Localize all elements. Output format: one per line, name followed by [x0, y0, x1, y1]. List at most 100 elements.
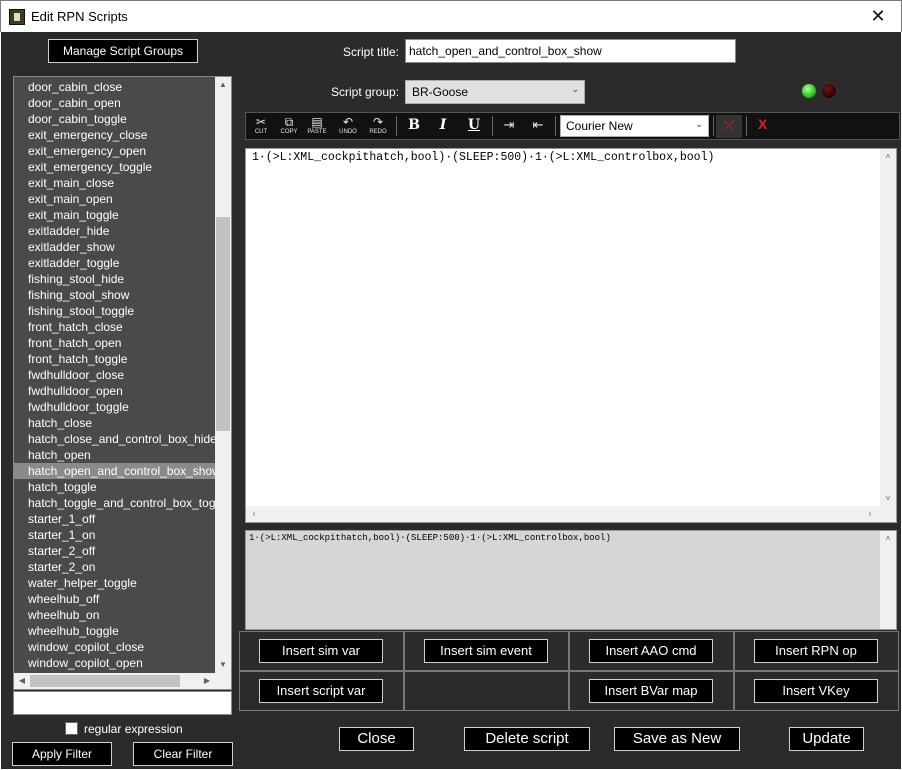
- undo-button[interactable]: ↶ UNDO: [335, 115, 361, 138]
- script-editor[interactable]: 1·(>L:XML_cockpithatch,bool)·(SLEEP:500)…: [245, 148, 897, 523]
- insert-cell: Insert script var: [239, 671, 404, 711]
- script-list-item[interactable]: exit_emergency_close: [14, 127, 217, 143]
- clear-format-icon: ⤫: [723, 117, 735, 133]
- update-button[interactable]: Update: [789, 727, 864, 751]
- script-list-item[interactable]: window_copilot_close: [14, 639, 217, 655]
- indent-icon: ⇥: [503, 117, 515, 132]
- delete-icon[interactable]: X: [758, 116, 767, 132]
- scroll-right-icon[interactable]: ▶: [199, 673, 215, 689]
- script-group-select[interactable]: BR-Goose ⌄: [405, 80, 585, 104]
- script-list[interactable]: door_cabin_close door_cabin_open door_cabi…: [13, 76, 232, 690]
- insert-sim-event-button[interactable]: Insert sim event: [424, 639, 548, 663]
- scroll-up-icon[interactable]: ▲: [215, 77, 231, 93]
- script-list-item[interactable]: hatch_open: [14, 447, 217, 463]
- script-list-item[interactable]: hatch_toggle: [14, 479, 217, 495]
- script-list-item[interactable]: fishing_stool_hide: [14, 271, 217, 287]
- editor-horizontal-scrollbar[interactable]: ‹ ›: [246, 506, 896, 522]
- script-list-horizontal-scrollbar[interactable]: ◀ ▶: [14, 673, 231, 689]
- script-list-item[interactable]: exitladder_show: [14, 239, 217, 255]
- cut-button[interactable]: ✂ CUT: [248, 115, 274, 138]
- scroll-down-icon[interactable]: ˅: [880, 491, 896, 507]
- script-list-item[interactable]: water_helper_toggle: [14, 575, 217, 591]
- scroll-left-icon[interactable]: ◀: [14, 673, 30, 689]
- clear-format-button[interactable]: ⤫: [716, 115, 742, 138]
- indent-button[interactable]: ⇥: [496, 115, 522, 138]
- copy-button[interactable]: ⧉ COPY: [276, 115, 302, 138]
- underline-button[interactable]: U: [465, 117, 483, 133]
- script-list-item[interactable]: front_hatch_close: [14, 319, 217, 335]
- script-list-item[interactable]: fwdhulldoor_open: [14, 383, 217, 399]
- script-list-vertical-scrollbar[interactable]: ▲ ▼: [215, 77, 231, 673]
- editor-vertical-scrollbar[interactable]: ˄ ˅: [880, 149, 896, 507]
- script-list-item[interactable]: front_hatch_open: [14, 335, 217, 351]
- script-list-item[interactable]: hatch_open_and_control_box_show: [14, 463, 217, 479]
- script-list-item[interactable]: hatch_close_and_control_box_hide: [14, 431, 217, 447]
- insert-bvar-map-button[interactable]: Insert BVar map: [589, 679, 713, 703]
- toolbar-divider: [746, 116, 747, 136]
- save-as-new-button[interactable]: Save as New: [614, 727, 740, 751]
- script-list-item[interactable]: door_cabin_open: [14, 95, 217, 111]
- insert-rpn-op-button[interactable]: Insert RPN op: [754, 639, 878, 663]
- script-list-item[interactable]: wheelhub_off: [14, 591, 217, 607]
- script-title-input[interactable]: hatch_open_and_control_box_show: [405, 39, 736, 63]
- scroll-up-icon[interactable]: ˄: [880, 149, 896, 165]
- insert-vkey-button[interactable]: Insert VKey: [754, 679, 878, 703]
- regex-checkbox[interactable]: [65, 722, 78, 735]
- insert-cell: Insert AAO cmd: [569, 631, 734, 671]
- insert-sim-var-button[interactable]: Insert sim var: [259, 639, 383, 663]
- script-list-item[interactable]: exitladder_toggle: [14, 255, 217, 271]
- clear-filter-button[interactable]: Clear Filter: [133, 742, 233, 766]
- delete-script-button[interactable]: Delete script: [464, 727, 590, 751]
- scroll-left-icon[interactable]: ‹: [246, 506, 262, 522]
- window-title: Edit RPN Scripts: [31, 9, 128, 24]
- script-list-item[interactable]: front_hatch_toggle: [14, 351, 217, 367]
- scroll-thumb[interactable]: [30, 675, 180, 687]
- insert-cell: Insert sim var: [239, 631, 404, 671]
- close-button[interactable]: Close: [339, 727, 414, 751]
- bold-button[interactable]: B: [405, 117, 423, 133]
- script-list-item[interactable]: door_cabin_toggle: [14, 111, 217, 127]
- script-list-item[interactable]: starter_1_on: [14, 527, 217, 543]
- script-list-item[interactable]: starter_1_off: [14, 511, 217, 527]
- script-list-item[interactable]: exit_main_open: [14, 191, 217, 207]
- italic-button[interactable]: I: [434, 117, 452, 133]
- script-list-item[interactable]: exit_main_close: [14, 175, 217, 191]
- script-code[interactable]: 1·(>L:XML_cockpithatch,bool)·(SLEEP:500)…: [252, 151, 714, 164]
- script-list-item[interactable]: exit_emergency_toggle: [14, 159, 217, 175]
- script-list-item[interactable]: exit_main_toggle: [14, 207, 217, 223]
- script-list-item[interactable]: fwdhulldoor_toggle: [14, 399, 217, 415]
- script-list-item[interactable]: fishing_stool_toggle: [14, 303, 217, 319]
- script-list-item[interactable]: door_cabin_close: [14, 79, 217, 95]
- script-list-item[interactable]: hatch_toggle_and_control_box_toggle: [14, 495, 217, 511]
- preview-vertical-scrollbar[interactable]: ˄: [880, 531, 896, 629]
- insert-aao-cmd-button[interactable]: Insert AAO cmd: [589, 639, 713, 663]
- script-list-item[interactable]: starter_2_off: [14, 543, 217, 559]
- script-list-item[interactable]: exit_emergency_open: [14, 143, 217, 159]
- title-bar: Edit RPN Scripts ✕: [0, 0, 902, 32]
- script-list-item[interactable]: exitladder_hide: [14, 223, 217, 239]
- status-red-led-icon: [821, 83, 837, 99]
- paste-button[interactable]: ▤ PASTE: [304, 115, 330, 138]
- script-list-item[interactable]: wheelhub_on: [14, 607, 217, 623]
- close-window-icon[interactable]: ✕: [863, 5, 893, 27]
- toolbar-divider: [396, 116, 397, 136]
- scroll-up-icon[interactable]: ˄: [880, 531, 896, 547]
- script-list-item[interactable]: window_copilot_open: [14, 655, 217, 671]
- manage-script-groups-button[interactable]: Manage Script Groups: [48, 39, 198, 63]
- filter-input[interactable]: [13, 691, 232, 715]
- redo-button[interactable]: ↷ REDO: [365, 115, 391, 138]
- apply-filter-button[interactable]: Apply Filter: [12, 742, 112, 766]
- outdent-button[interactable]: ⇤: [525, 115, 551, 138]
- insert-script-var-button[interactable]: Insert script var: [259, 679, 383, 703]
- script-title-label: Script title:: [343, 45, 400, 59]
- scroll-right-icon[interactable]: ›: [862, 506, 878, 522]
- script-list-item[interactable]: fwdhulldoor_close: [14, 367, 217, 383]
- script-list-item[interactable]: hatch_close: [14, 415, 217, 431]
- scroll-thumb[interactable]: [216, 217, 230, 431]
- font-select[interactable]: Courier New ⌄: [560, 115, 709, 137]
- scroll-down-icon[interactable]: ▼: [215, 657, 231, 673]
- script-list-item[interactable]: starter_2_on: [14, 559, 217, 575]
- chevron-down-icon: ⌄: [695, 119, 703, 129]
- script-list-item[interactable]: fishing_stool_show: [14, 287, 217, 303]
- script-list-item[interactable]: wheelhub_toggle: [14, 623, 217, 639]
